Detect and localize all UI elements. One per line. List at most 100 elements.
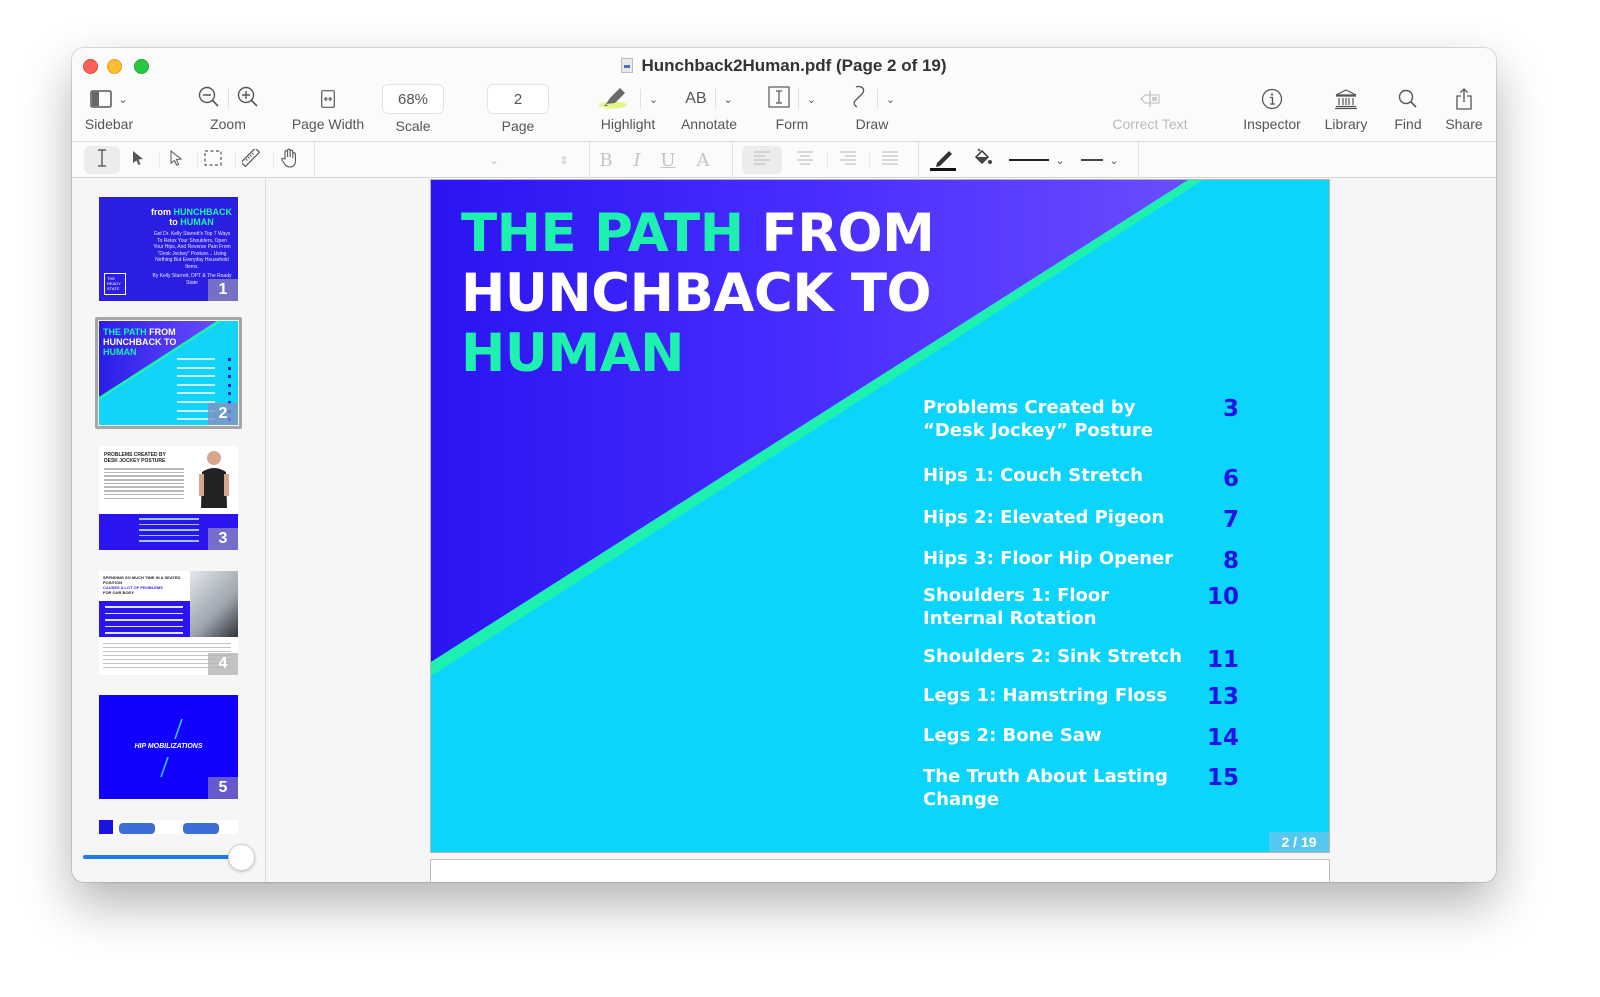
document-view[interactable]: THE PATH FROM HUNCHBACK TO HUMAN Problem…: [267, 179, 1496, 882]
form-options-chevron-icon[interactable]: ⌄: [807, 93, 816, 106]
divider: [273, 153, 274, 167]
thumb-page-number: 5: [208, 777, 238, 799]
thumb-page-number: 2: [208, 403, 238, 425]
share-icon: [1442, 86, 1486, 112]
heading-accent-3: HUMAN: [461, 323, 685, 384]
align-center-icon: [796, 150, 814, 170]
font-color-button[interactable]: A: [691, 146, 715, 174]
page-thumbnail-2[interactable]: THE PATH FROM HUNCHBACK TO HUMAN 2: [99, 321, 238, 425]
pdf-page-2: THE PATH FROM HUNCHBACK TO HUMAN Problem…: [430, 179, 1330, 853]
heading-line-1: FROM: [743, 203, 935, 264]
align-right-button[interactable]: [835, 146, 861, 174]
thumb-6-photo-left: [119, 823, 155, 834]
thumbnail-size-slider-knob[interactable]: [228, 844, 255, 871]
italic-button[interactable]: I: [625, 146, 649, 174]
window-title: Hunchback2Human.pdf (Page 2 of 19): [72, 56, 1496, 76]
thumb-2-heading: THE PATH FROM HUNCHBACK TO HUMAN: [103, 327, 176, 357]
toc-entry-title: Legs 1: Hamstring Floss: [923, 685, 1168, 706]
share-button[interactable]: Share: [1442, 86, 1486, 132]
measure-tool[interactable]: [238, 146, 264, 174]
divider: [827, 153, 828, 167]
hand-icon: [280, 148, 298, 173]
divider: [797, 89, 799, 109]
page-width-label: Page Width: [291, 116, 365, 132]
page-width-button[interactable]: Page Width: [287, 86, 369, 132]
divider: [714, 89, 716, 109]
find-label: Find: [1394, 116, 1422, 132]
form-button[interactable]: ⌄ Form: [762, 85, 822, 132]
toc-entry-title: The Truth About Lasting Change: [923, 766, 1168, 810]
draw-options-chevron-icon[interactable]: ⌄: [886, 93, 895, 106]
highlight-button[interactable]: ⌄ Highlight: [594, 86, 662, 132]
thumbnail-sidebar: from HUNCHBACK to HUMAN Get Dr. Kelly St…: [72, 179, 266, 882]
font-size-stepper-icon[interactable]: ⇕: [556, 146, 572, 174]
ruler-icon: [240, 146, 261, 172]
toc-entry-title: Legs 2: Bone Saw: [923, 725, 1102, 746]
chevron-down-icon: ⌄: [1109, 154, 1119, 167]
thumb-1-title-accent: HUNCHBACK: [173, 207, 233, 217]
align-center-button[interactable]: [792, 146, 818, 174]
find-button[interactable]: Find: [1390, 86, 1426, 132]
inspector-button[interactable]: Inspector: [1238, 86, 1306, 132]
divider: [159, 153, 160, 167]
text-selection-tool[interactable]: [84, 146, 120, 174]
justify-button[interactable]: [877, 146, 903, 174]
divider: [589, 142, 590, 178]
page-thumbnail-6[interactable]: [99, 820, 238, 834]
draw-button[interactable]: ⌄ Draw: [844, 85, 900, 132]
divider: [235, 153, 236, 167]
divider: [876, 89, 878, 109]
draw-squiggle-icon: [849, 85, 869, 114]
line-style-icon: [1009, 159, 1050, 161]
page-width-icon: [287, 86, 369, 112]
annotate-text-icon: AB: [685, 90, 707, 107]
page-thumbnail-1[interactable]: from HUNCHBACK to HUMAN Get Dr. Kelly St…: [99, 197, 238, 301]
chevron-down-icon: ⌄: [118, 93, 128, 106]
font-family-dropdown-chevron-icon[interactable]: ⌄: [484, 146, 504, 174]
stroke-color-button[interactable]: [928, 146, 958, 174]
annotate-options-chevron-icon[interactable]: ⌄: [724, 93, 733, 106]
line-ending-dropdown[interactable]: ⌄: [1078, 146, 1122, 174]
annotate-button[interactable]: AB ⌄ Annotate: [676, 86, 742, 132]
annotate-label: Annotate: [680, 116, 738, 132]
thumb-1-title: from HUNCHBACK to HUMAN: [151, 207, 232, 227]
inspector-label: Inspector: [1243, 116, 1301, 132]
toc-entry-page: 6: [1222, 466, 1239, 492]
page-number-badge: 2 / 19: [1269, 832, 1329, 852]
thumb-1-title-line2: to: [169, 217, 178, 227]
thumb-page-number: 4: [208, 653, 238, 675]
fill-color-button[interactable]: [970, 146, 996, 174]
zoom-out-icon[interactable]: [198, 86, 220, 113]
bold-button[interactable]: B: [594, 146, 618, 174]
preview-window: Hunchback2Human.pdf (Page 2 of 19) ⌄ Sid…: [72, 48, 1496, 882]
ready-state-logo: THE READY STATE: [104, 273, 126, 295]
page-thumbnail-5[interactable]: HIP MOBILIZATIONS 5: [99, 695, 238, 799]
thumb-4-heading-pre: SPENDING SO MUCH TIME IN A SEATED POSITI…: [103, 575, 181, 585]
scale-input[interactable]: 68%: [382, 84, 444, 114]
toc-entry-page: 13: [1206, 684, 1239, 710]
thumb-6-tab: [99, 820, 113, 834]
toc-entry-page: 10: [1206, 584, 1239, 610]
page-thumbnail-4[interactable]: SPENDING SO MUCH TIME IN A SEATED POSITI…: [99, 571, 238, 675]
align-left-button[interactable]: [742, 146, 782, 174]
info-icon: [1238, 86, 1306, 112]
toc-entry-title: Shoulders 1: Floor Internal Rotation: [923, 585, 1110, 629]
select-tool[interactable]: [126, 146, 150, 174]
pan-tool[interactable]: [276, 146, 302, 174]
rectangle-select-tool[interactable]: [200, 146, 226, 174]
thumb-6-photo-right: [183, 823, 219, 834]
divider: [732, 142, 733, 178]
object-select-tool[interactable]: [164, 146, 188, 174]
thumbnail-size-slider-track[interactable]: [83, 855, 233, 859]
highlight-options-chevron-icon[interactable]: ⌄: [649, 93, 658, 106]
correct-text-button[interactable]: Correct Text: [1104, 86, 1196, 132]
library-button[interactable]: Library: [1322, 86, 1370, 132]
underline-button[interactable]: U: [656, 146, 680, 174]
zoom-in-icon[interactable]: [237, 86, 259, 113]
thumb-5-label: HIP MOBILIZATIONS: [134, 743, 203, 750]
page-number-input[interactable]: 2: [487, 84, 549, 114]
sidebar-button[interactable]: ⌄ Sidebar: [84, 86, 134, 132]
library-label: Library: [1324, 116, 1368, 132]
page-thumbnail-3[interactable]: PROBLEMS CREATED BY DESK JOCKEY POSTURE …: [99, 446, 238, 550]
line-style-dropdown[interactable]: ⌄: [1007, 146, 1067, 174]
